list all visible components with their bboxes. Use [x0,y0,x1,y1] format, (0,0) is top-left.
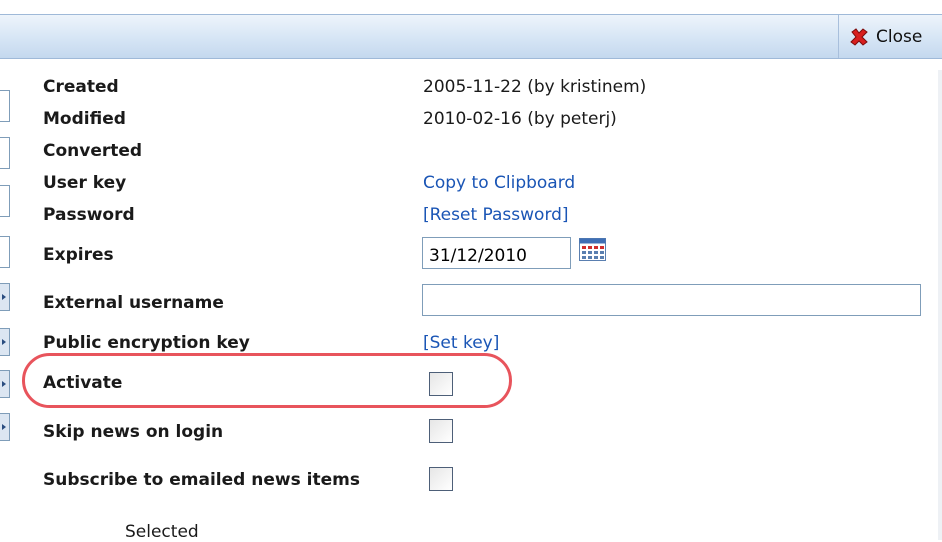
subscribe-news-checkbox[interactable] [429,467,453,491]
password-label: Password [43,205,135,225]
left-control-edge[interactable] [0,137,10,169]
created-value: 2005-11-22 (by kristinem) [423,77,647,97]
selected-label: Selected [125,522,199,542]
external-username-input[interactable] [422,284,921,316]
left-arrow-button[interactable] [0,370,10,398]
external-username-label: External username [43,293,224,313]
expires-label: Expires [43,245,114,265]
set-key-link[interactable]: [Set key] [423,333,499,353]
created-label: Created [43,77,119,97]
user-key-label: User key [43,173,127,193]
left-control-edge[interactable] [0,185,10,217]
close-label: Close [876,26,923,47]
public-encryption-key-label: Public encryption key [43,333,250,353]
close-button[interactable]: Close [838,15,942,58]
modified-value: 2010-02-16 (by peterj) [423,109,617,129]
modified-label: Modified [43,109,126,129]
skip-news-checkbox[interactable] [429,419,453,443]
left-arrow-button[interactable] [0,328,10,356]
dialog-titlebar: Close [0,14,942,59]
copy-to-clipboard-link[interactable]: Copy to Clipboard [423,173,575,193]
skip-news-label: Skip news on login [43,422,224,442]
left-arrow-button[interactable] [0,283,10,311]
left-arrow-button[interactable] [0,413,10,441]
left-control-edge[interactable] [0,236,10,268]
close-icon [850,27,868,46]
converted-label: Converted [43,141,143,161]
scrollbar-edge[interactable] [938,70,942,540]
expires-date-input[interactable] [422,237,571,269]
calendar-icon[interactable] [579,238,606,261]
subscribe-news-label: Subscribe to emailed news items [43,470,360,490]
left-control-edge[interactable] [0,90,10,122]
reset-password-link[interactable]: [Reset Password] [423,205,569,225]
activate-label: Activate [43,373,123,393]
activate-checkbox[interactable] [429,372,453,396]
